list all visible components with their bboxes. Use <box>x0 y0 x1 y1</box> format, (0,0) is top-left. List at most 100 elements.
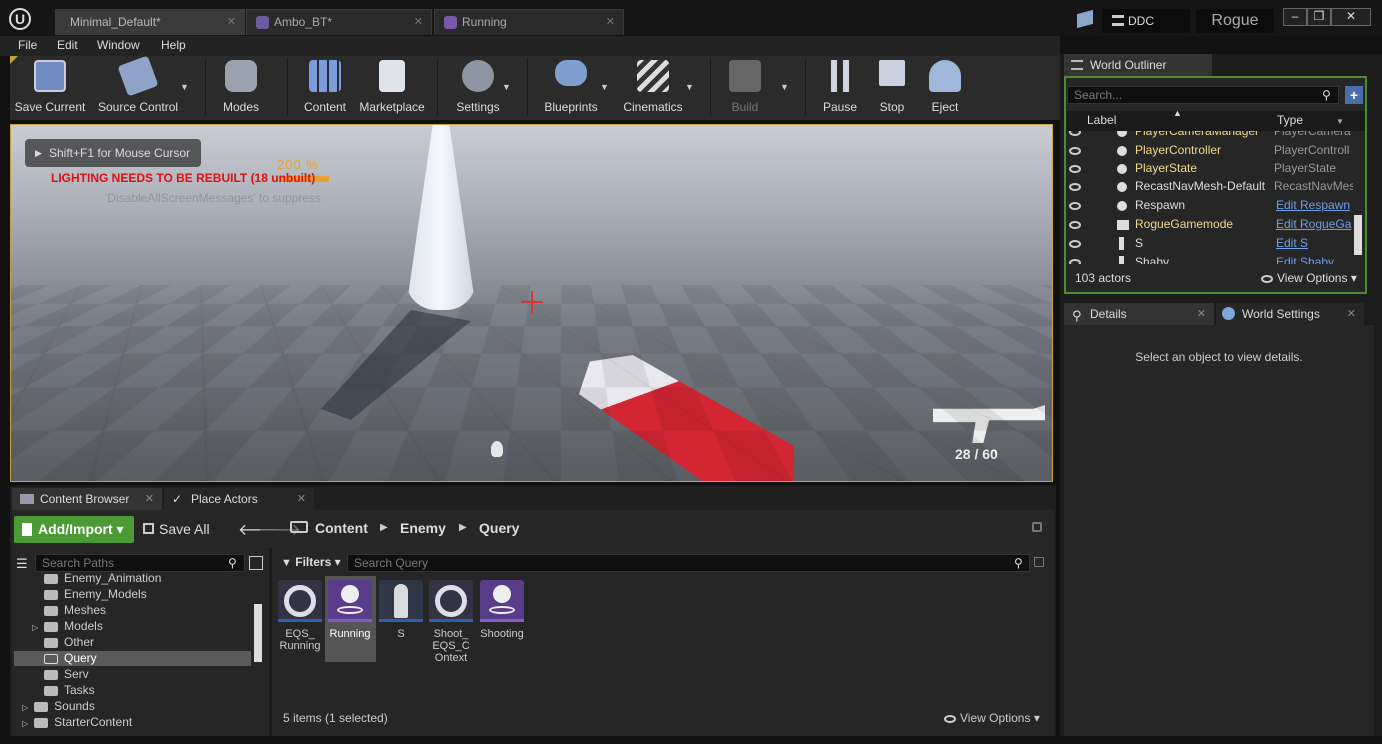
tab-content-browser[interactable]: Content Browser ✕ <box>12 488 162 510</box>
visibility-icon[interactable] <box>1069 221 1081 229</box>
level-viewport[interactable]: ▶ Shift+F1 for Mouse Cursor 200 % LIGHTIN… <box>10 124 1053 482</box>
list-item[interactable]: PlayerCameraManager PlayerCamera <box>1067 131 1353 141</box>
close-icon[interactable]: ✕ <box>1347 303 1356 325</box>
edit-blueprint-link[interactable]: Edit S <box>1276 234 1308 253</box>
asset-tile[interactable]: Shooting <box>478 580 526 640</box>
asset-tile[interactable]: Shoot_ EQS_C Ontext <box>427 580 475 664</box>
list-item[interactable]: PlayerState PlayerState <box>1067 159 1353 178</box>
tab-world-settings[interactable]: World Settings ✕ <box>1216 303 1364 325</box>
add-folder-button[interactable]: + <box>1345 86 1363 104</box>
tab-world-outliner[interactable]: World Outliner <box>1064 54 1212 76</box>
expand-arrow-icon[interactable]: ▷ <box>22 703 28 712</box>
mouse-cursor-hint[interactable]: ▶ Shift+F1 for Mouse Cursor <box>25 139 201 167</box>
save-search-icon[interactable] <box>1034 557 1044 567</box>
cinematics-label: Cinematics <box>623 100 683 114</box>
list-item[interactable]: PlayerController PlayerControll <box>1067 141 1353 160</box>
edit-blueprint-link[interactable]: Edit Shaby <box>1276 253 1334 264</box>
column-label[interactable]: Label <box>1087 113 1116 127</box>
visibility-icon[interactable] <box>1069 240 1081 248</box>
world-settings-title: World Settings <box>1242 307 1320 321</box>
list-item[interactable]: Respawn Edit Respawn <box>1067 196 1353 215</box>
asset-tile[interactable]: S <box>377 580 425 640</box>
close-icon[interactable]: ✕ <box>1197 303 1206 325</box>
close-icon[interactable]: ✕ <box>297 488 306 510</box>
settings-dropdown[interactable]: ▼ <box>502 82 511 92</box>
menu-window[interactable]: Window <box>97 36 140 56</box>
tree-item[interactable]: ▷ StarterContent <box>22 713 132 732</box>
view-mode-icon[interactable] <box>249 556 263 570</box>
splitter[interactable] <box>269 548 272 736</box>
blueprints-dropdown[interactable]: ▼ <box>600 82 609 92</box>
character-icon <box>1119 256 1124 264</box>
cinematics-button[interactable]: Cinematics <box>613 60 693 114</box>
menu-help[interactable]: Help <box>161 36 186 56</box>
modes-button[interactable]: Modes <box>201 60 281 114</box>
tab-minimal-default[interactable]: Minimal_Default* ✕ <box>55 9 245 35</box>
visibility-icon[interactable] <box>1069 147 1081 155</box>
maximize-button[interactable]: ❐ <box>1307 8 1331 26</box>
list-item[interactable]: RogueGamemode Edit RogueGa <box>1067 215 1353 234</box>
visibility-icon[interactable] <box>1069 202 1081 210</box>
close-icon[interactable]: ✕ <box>145 488 154 510</box>
edit-blueprint-link[interactable]: Edit RogueGa <box>1276 215 1351 234</box>
breadcrumb-query[interactable]: Query <box>479 520 519 536</box>
cinematics-dropdown[interactable]: ▼ <box>685 82 694 92</box>
save-all-button[interactable]: Save All <box>143 521 210 537</box>
asset-name: Shoot_ EQS_C Ontext <box>432 628 470 664</box>
behavior-tree-icon <box>256 16 269 29</box>
expand-arrow-icon[interactable]: ▷ <box>22 719 28 728</box>
toggle-sources-icon[interactable]: ☰ <box>16 556 28 572</box>
build-dropdown[interactable]: ▼ <box>780 82 789 92</box>
list-item[interactable]: Shaby Edit Shaby <box>1067 253 1353 264</box>
tab-place-actors[interactable]: ✓ Place Actors ✕ <box>164 488 314 510</box>
outliner-view-options[interactable]: View Options ▾ <box>1261 271 1357 285</box>
ddc-button[interactable]: DDC <box>1102 9 1190 33</box>
suppress-hint: 'DisableAllScreenMessages' to suppress <box>105 191 322 205</box>
source-control-dropdown[interactable]: ▼ <box>180 82 189 92</box>
breadcrumb-enemy[interactable]: Enemy <box>400 520 446 536</box>
visibility-icon[interactable] <box>1069 165 1081 173</box>
folder-label: Sounds <box>54 699 95 713</box>
search-paths-input[interactable]: Search Paths <box>35 554 245 572</box>
column-options-icon[interactable]: ▼ <box>1336 117 1344 126</box>
source-control-button[interactable]: Source Control <box>98 55 178 114</box>
tab-details[interactable]: ⚲ Details ✕ <box>1064 303 1214 325</box>
tab-running[interactable]: Running ✕ <box>434 9 624 35</box>
list-item[interactable]: S Edit S <box>1067 234 1353 253</box>
close-icon[interactable]: ✕ <box>606 10 615 35</box>
minimize-button[interactable]: – <box>1283 8 1307 26</box>
outliner-search-input[interactable]: Search... <box>1067 86 1339 104</box>
eject-button[interactable]: Eject <box>905 60 985 114</box>
outliner-scrollbar[interactable] <box>1354 215 1362 255</box>
add-import-button[interactable]: Add/Import ▾ <box>14 516 134 543</box>
asset-tile[interactable]: EQS_ Running <box>276 580 324 652</box>
build-button[interactable]: Build <box>705 60 785 114</box>
blueprints-button[interactable]: Blueprints <box>531 60 611 114</box>
actor-label: PlayerState <box>1135 161 1198 175</box>
crosshair-icon <box>521 291 543 313</box>
marketplace-button[interactable]: Marketplace <box>352 60 432 114</box>
close-icon[interactable]: ✕ <box>227 10 236 35</box>
edit-blueprint-link[interactable]: Edit Respawn <box>1276 196 1350 215</box>
visibility-icon[interactable] <box>1069 131 1081 136</box>
actor-icon <box>1117 131 1127 137</box>
tree-scrollbar[interactable] <box>254 604 262 662</box>
lock-icon[interactable] <box>1032 522 1042 532</box>
visibility-icon[interactable] <box>1069 183 1081 191</box>
expand-arrow-icon[interactable]: ▷ <box>32 623 38 632</box>
filters-button[interactable]: ▼ Filters ▾ <box>281 555 341 569</box>
search-query-input[interactable]: Search Query <box>347 554 1030 572</box>
close-icon[interactable]: ✕ <box>414 10 423 35</box>
menu-edit[interactable]: Edit <box>57 36 78 56</box>
cone-object <box>406 125 476 310</box>
content-view-options[interactable]: View Options ▾ <box>944 711 1040 725</box>
column-type[interactable]: Type <box>1277 113 1303 127</box>
tab-ambo-bt[interactable]: Ambo_BT* ✕ <box>246 9 432 35</box>
visibility-icon[interactable] <box>1069 259 1081 264</box>
menu-file[interactable]: File <box>18 36 37 56</box>
list-item[interactable]: RecastNavMesh-Default RecastNavMes <box>1067 177 1353 196</box>
breadcrumb-content[interactable]: Content <box>315 520 368 536</box>
asset-tile-selected[interactable]: Running <box>326 580 374 640</box>
close-window-button[interactable]: ✕ <box>1331 8 1371 26</box>
save-current-button[interactable]: Save Current <box>10 60 90 114</box>
